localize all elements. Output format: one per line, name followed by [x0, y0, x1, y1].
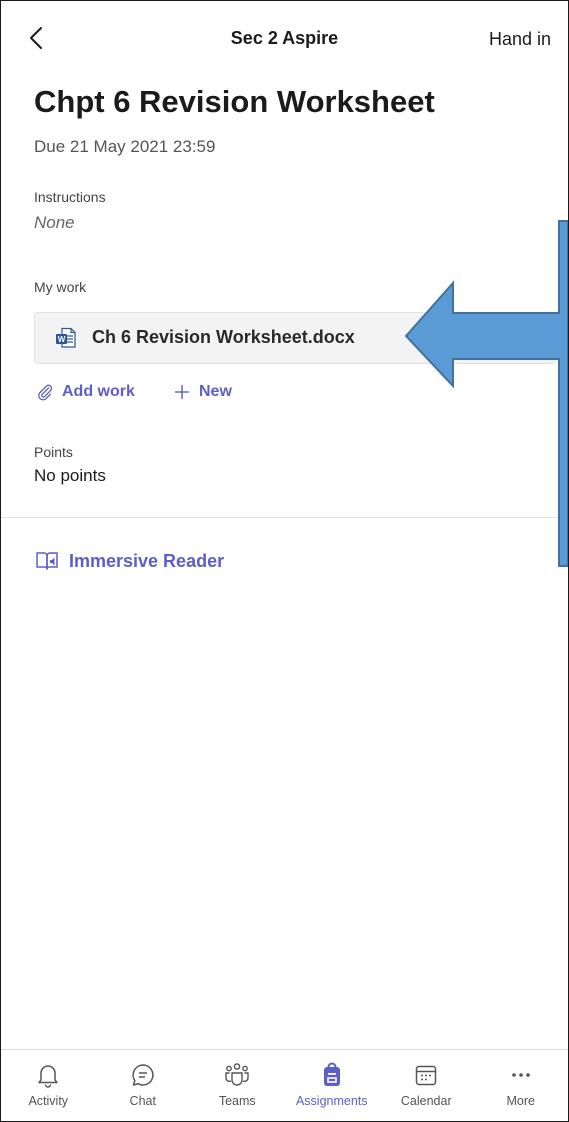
instructions-label: Instructions — [34, 189, 106, 205]
attached-file-card[interactable]: W Ch 6 Revision Worksheet.docx — [34, 312, 556, 364]
hand-in-button[interactable]: Hand in — [489, 29, 551, 50]
points-value: No points — [34, 466, 106, 485]
immersive-reader-label: Immersive Reader — [69, 550, 225, 571]
new-button[interactable]: New — [173, 383, 232, 401]
file-name: Ch 6 Revision Worksheet.docx — [92, 327, 355, 347]
app-screen: Sec 2 Aspire Hand in Chpt 6 Revision Wor… — [0, 0, 569, 1122]
assignment-title: Chpt 6 Revision Worksheet — [34, 84, 435, 119]
section-divider — [1, 517, 568, 518]
more-icon — [511, 1073, 530, 1077]
add-work-label: Add work — [62, 383, 135, 400]
plus-icon — [175, 385, 189, 399]
header-title-wrap: Sec 2 Aspire — [1, 28, 568, 49]
nav-chat[interactable]: Chat — [96, 1050, 191, 1121]
svg-text:W: W — [58, 335, 66, 344]
nav-calendar-label: Calendar — [400, 1094, 452, 1108]
nav-assignments[interactable]: Assignments — [285, 1050, 380, 1121]
nav-activity[interactable]: Activity — [1, 1050, 96, 1121]
nav-activity-label: Activity — [28, 1094, 69, 1108]
paperclip-icon — [38, 384, 53, 401]
nav-more[interactable]: More — [474, 1050, 569, 1121]
points-label: Points — [34, 444, 73, 460]
nav-teams[interactable]: Teams — [190, 1050, 285, 1121]
nav-assignments-label: Assignments — [295, 1094, 368, 1108]
add-work-button[interactable]: Add work — [36, 383, 135, 401]
bottom-nav: Activity Chat Teams Assignments Calendar… — [1, 1050, 568, 1121]
instructions-value: None — [34, 213, 75, 232]
nav-calendar[interactable]: Calendar — [379, 1050, 474, 1121]
immersive-reader-button[interactable]: Immersive Reader — [35, 550, 224, 572]
header-title: Sec 2 Aspire — [230, 28, 339, 48]
bell-icon — [38, 1065, 58, 1088]
nav-teams-label: Teams — [218, 1094, 256, 1108]
immersive-reader-icon — [36, 552, 58, 570]
assignments-icon — [323, 1062, 340, 1086]
calendar-icon — [416, 1065, 437, 1086]
nav-more-label: More — [506, 1094, 535, 1108]
new-label: New — [199, 383, 232, 400]
my-work-label: My work — [34, 279, 87, 295]
due-date: Due 21 May 2021 23:59 — [34, 137, 216, 156]
word-doc-icon: W — [56, 327, 76, 348]
chat-icon — [132, 1064, 154, 1086]
nav-chat-label: Chat — [129, 1094, 156, 1108]
teams-icon — [225, 1063, 249, 1086]
